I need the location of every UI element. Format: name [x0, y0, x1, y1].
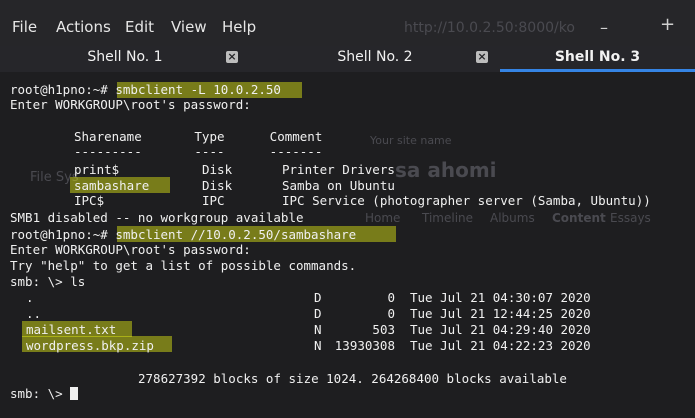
file-name: .. [26, 306, 42, 321]
tab-label: Shell No. 2 [337, 49, 413, 65]
menu-edit[interactable]: Edit [125, 18, 154, 36]
prompt: root@h1pno:~# [10, 82, 108, 97]
file-attr: N [314, 322, 322, 337]
file-date: Tue Jul 21 04:30:07 2020 [410, 290, 591, 305]
share-name: print$ [74, 162, 120, 177]
file-attr: D [314, 290, 322, 305]
ghost-nav-1: Home [365, 211, 401, 225]
tab-shell-2[interactable]: Shell No. 2 × [250, 46, 500, 72]
share-comment: Printer Drivers [282, 162, 395, 177]
smb1-message: SMB1 disabled -- no workgroup available [10, 210, 304, 225]
ghost-heading: sa ahomi [395, 158, 497, 182]
file-name: wordpress.bkp.zip [26, 338, 154, 353]
share-name: sambashare [74, 178, 150, 193]
password-prompt-2: Enter WORKGROUP\root's password: [10, 242, 251, 257]
share-comment: IPC Service (photographer server (Samba,… [282, 193, 651, 208]
prompt: root@h1pno:~# [10, 227, 108, 242]
file-date: Tue Jul 21 12:44:25 2020 [410, 306, 591, 321]
menu-view[interactable]: View [171, 18, 207, 36]
ghost-nav-5: Essays [610, 211, 651, 225]
command: smbclient -L 10.0.2.50 [115, 82, 281, 97]
help-message: Try "help" to get a list of possible com… [10, 258, 357, 273]
ghost-nav-3: Albums [490, 211, 535, 225]
file-attr: N [314, 338, 322, 353]
ghost-search-hint: Your site name [370, 134, 452, 147]
file-date: Tue Jul 21 04:22:23 2020 [410, 338, 591, 353]
file-name: . [26, 290, 34, 305]
file-size: 503 [372, 322, 395, 337]
file-date: Tue Jul 21 04:29:40 2020 [410, 322, 591, 337]
text-cursor [70, 387, 79, 400]
command: smbclient //10.0.2.50/sambashare [115, 227, 357, 242]
new-tab-plus-icon[interactable]: + [660, 14, 675, 35]
close-tab-icon[interactable]: × [476, 51, 488, 63]
share-name: IPC$ [74, 193, 105, 208]
file-name: mailsent.txt [26, 322, 117, 337]
blocks-summary: 278627392 blocks of size 1024. 264268400… [138, 371, 567, 386]
smb-ls-command: smb: \> ls [10, 274, 86, 289]
prompt-line-1: root@h1pno:~# smbclient -L 10.0.2.50 [10, 82, 281, 97]
tab-bar: Shell No. 1 × Shell No. 2 × Shell No. 3 [0, 46, 695, 72]
ghost-nav-2: Timeline [422, 211, 474, 225]
file-size: 13930308 [334, 338, 395, 353]
smb-prompt-line[interactable]: smb: \> [10, 386, 79, 401]
password-prompt: Enter WORKGROUP\root's password: [10, 97, 251, 112]
smb-prompt: smb: \> [10, 386, 63, 401]
share-type: Disk [202, 178, 233, 193]
tab-shell-1[interactable]: Shell No. 1 × [0, 46, 250, 72]
menubar: File Actions Edit View Help http://10.0.… [0, 0, 695, 46]
file-size: 0 [387, 290, 395, 305]
terminal-output[interactable]: Your site name sa ahomi File Sys Home Ti… [0, 72, 695, 418]
file-attr: D [314, 306, 322, 321]
background-window-title: http://10.0.2.50:8000/ko [404, 20, 575, 36]
prompt-line-2: root@h1pno:~# smbclient //10.0.2.50/samb… [10, 227, 356, 242]
share-type: Disk [202, 162, 233, 177]
file-size: 0 [387, 306, 395, 321]
share-type: IPC [202, 193, 225, 208]
menu-file[interactable]: File [12, 18, 37, 36]
tab-shell-3[interactable]: Shell No. 3 [500, 46, 695, 72]
menu-help[interactable]: Help [222, 18, 256, 36]
menu-actions[interactable]: Actions [56, 18, 111, 36]
share-header: Sharename Type Comment [74, 129, 323, 144]
share-comment: Samba on Ubuntu [282, 178, 395, 193]
tab-label: Shell No. 1 [87, 49, 163, 65]
close-tab-icon[interactable]: × [226, 51, 238, 63]
minimize-icon[interactable]: – [600, 18, 608, 37]
tab-label: Shell No. 3 [554, 49, 641, 65]
share-rule: --------- ---- ------- [74, 144, 323, 159]
ghost-nav-4: Content [552, 211, 606, 225]
